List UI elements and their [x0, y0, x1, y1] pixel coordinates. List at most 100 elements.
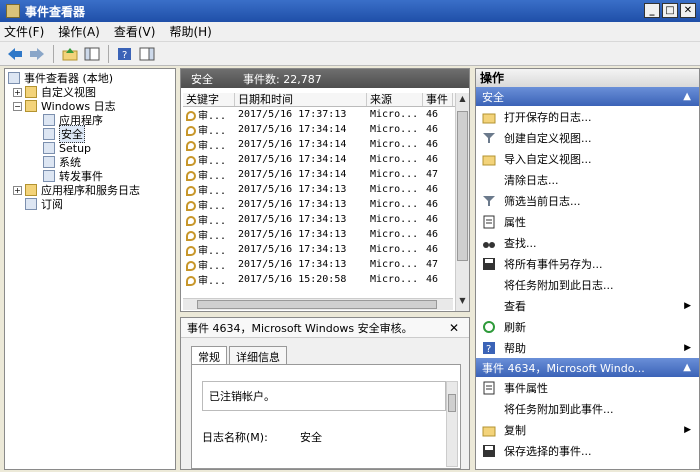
- detail-scrollbar[interactable]: [446, 381, 458, 467]
- action-item[interactable]: 创建自定义视图...: [476, 127, 699, 148]
- cell-datetime: 2017/5/16 17:34:13: [238, 214, 347, 225]
- properties-icon: [482, 381, 496, 395]
- scroll-up-icon[interactable]: ▲: [457, 94, 468, 108]
- blank-icon: [482, 402, 496, 416]
- event-list-vertical-scrollbar[interactable]: ▲ ▼: [455, 93, 469, 311]
- table-row[interactable]: 审... 2017/5/16 17:34:13 Micro... 46: [183, 197, 467, 212]
- close-detail-icon[interactable]: ✕: [449, 321, 459, 335]
- event-detail-pane: 事件 4634，Microsoft Windows 安全审核。 ✕ 常规 详细信…: [180, 317, 470, 470]
- column-source[interactable]: 来源: [367, 93, 423, 106]
- up-folder-icon[interactable]: [61, 45, 79, 63]
- action-item[interactable]: 将任务附加到此事件...: [476, 398, 699, 419]
- close-button[interactable]: ✕: [680, 3, 696, 18]
- table-row[interactable]: 审... 2017/5/16 17:34:14 Micro... 46: [183, 122, 467, 137]
- action-item[interactable]: 导入自定义视图...: [476, 148, 699, 169]
- tree-root[interactable]: 事件查看器 (本地): [5, 71, 175, 85]
- collapse-icon[interactable]: ▲: [683, 362, 691, 373]
- scrollbar-thumb[interactable]: [197, 300, 437, 309]
- show-hide-tree-icon[interactable]: [83, 45, 101, 63]
- scroll-down-icon[interactable]: ▼: [457, 296, 468, 310]
- scrollbar-thumb[interactable]: [457, 111, 468, 261]
- column-event[interactable]: 事件: [423, 93, 453, 106]
- help-icon[interactable]: ?: [116, 45, 134, 63]
- forward-icon[interactable]: [28, 45, 46, 63]
- show-hide-action-pane-icon[interactable]: [138, 45, 156, 63]
- cell-event-id: 46: [426, 184, 439, 195]
- save-icon: [482, 257, 496, 271]
- expand-icon[interactable]: +: [13, 87, 22, 97]
- tree-log-system[interactable]: 系统: [5, 155, 175, 169]
- table-row[interactable]: 审... 2017/5/16 17:34:13 Micro... 47: [183, 257, 467, 272]
- expand-icon[interactable]: +: [13, 185, 22, 195]
- action-item[interactable]: 事件属性: [476, 377, 699, 398]
- cell-keyword-text: 审...: [198, 231, 227, 242]
- collapse-icon[interactable]: ▲: [683, 91, 691, 102]
- table-row[interactable]: 审... 2017/5/16 15:20:58 Micro... 46: [183, 272, 467, 287]
- cell-event-id: 47: [426, 169, 439, 180]
- cell-source: Micro...: [370, 274, 419, 285]
- section-security[interactable]: 安全 ▲: [476, 87, 699, 106]
- action-item[interactable]: 刷新: [476, 316, 699, 337]
- tree-windows-logs[interactable]: − Windows 日志: [5, 99, 175, 113]
- action-item[interactable]: 复制 ▶: [476, 419, 699, 440]
- minimize-button[interactable]: _: [644, 3, 660, 18]
- audit-key-icon: [186, 231, 196, 241]
- cell-datetime: 2017/5/16 17:34:13: [238, 259, 347, 270]
- column-keyword[interactable]: 关键字: [183, 93, 235, 106]
- column-datetime[interactable]: 日期和时间: [235, 93, 367, 106]
- table-row[interactable]: 审... 2017/5/16 17:34:13 Micro... 46: [183, 227, 467, 242]
- table-row[interactable]: 审... 2017/5/16 17:34:13 Micro... 46: [183, 212, 467, 227]
- action-item[interactable]: 查看 ▶: [476, 295, 699, 316]
- back-icon[interactable]: [6, 45, 24, 63]
- window-title: 事件查看器: [25, 4, 86, 19]
- svg-text:?: ?: [486, 344, 491, 355]
- table-row[interactable]: 审... 2017/5/16 17:34:14 Micro... 46: [183, 152, 467, 167]
- action-label: 筛选当前日志...: [504, 194, 581, 208]
- table-row[interactable]: 审... 2017/5/16 17:37:13 Micro... 46: [183, 107, 467, 122]
- general-tab-body: 已注销帐户。 日志名称(M): 安全: [191, 364, 461, 469]
- cell-source: Micro...: [370, 259, 419, 270]
- collapse-icon[interactable]: −: [13, 101, 22, 111]
- action-item[interactable]: 保存选择的事件...: [476, 440, 699, 461]
- menu-help[interactable]: 帮助(H): [169, 23, 211, 40]
- event-grid[interactable]: 关键字 日期和时间 来源 事件 审... 2017/5/16 17:37:13 Mi…: [183, 93, 467, 311]
- tree-apps-services[interactable]: + 应用程序和服务日志: [5, 183, 175, 197]
- action-item[interactable]: 清除日志...: [476, 169, 699, 190]
- action-item[interactable]: 筛选当前日志...: [476, 190, 699, 211]
- cell-event-id: 46: [426, 139, 439, 150]
- tree-custom-views[interactable]: + 自定义视图: [5, 85, 175, 99]
- table-row[interactable]: 审... 2017/5/16 17:34:14 Micro... 47: [183, 167, 467, 182]
- table-row[interactable]: 审... 2017/5/16 17:34:13 Micro... 46: [183, 182, 467, 197]
- tree-log-application[interactable]: 应用程序: [5, 113, 175, 127]
- cell-event-id: 47: [426, 259, 439, 270]
- table-row[interactable]: 审... 2017/5/16 17:34:13 Micro... 46: [183, 242, 467, 257]
- tree-subscriptions[interactable]: 订阅: [5, 197, 175, 211]
- menu-action[interactable]: 操作(A): [58, 23, 100, 40]
- tree-log-security[interactable]: 安全: [5, 125, 175, 143]
- section-event[interactable]: 事件 4634，Microsoft Windo... ▲: [476, 358, 699, 377]
- cell-keyword-text: 审...: [198, 201, 227, 212]
- action-item[interactable]: 将任务附加到此日志...: [476, 274, 699, 295]
- blank-icon: [482, 278, 496, 292]
- cell-datetime: 2017/5/16 17:34:13: [238, 244, 347, 255]
- cell-datetime: 2017/5/16 17:34:14: [238, 139, 347, 150]
- menu-view[interactable]: 查看(V): [114, 23, 156, 40]
- cell-keyword: 审...: [183, 272, 235, 287]
- action-label: 创建自定义视图...: [504, 131, 592, 145]
- action-item[interactable]: 属性: [476, 211, 699, 232]
- action-item[interactable]: 查找...: [476, 232, 699, 253]
- table-row[interactable]: 审... 2017/5/16 17:34:14 Micro... 46: [183, 137, 467, 152]
- action-label: 属性: [504, 215, 526, 229]
- tree-log-forwarded[interactable]: 转发事件: [5, 169, 175, 183]
- maximize-button[interactable]: □: [662, 3, 678, 18]
- action-item[interactable]: ? 帮助 ▶: [476, 337, 699, 358]
- cell-source: Micro...: [370, 184, 419, 195]
- event-list-horizontal-scrollbar[interactable]: [183, 298, 453, 310]
- menu-bar: 文件(F) 操作(A) 查看(V) 帮助(H): [0, 22, 700, 42]
- tree-log-setup[interactable]: Setup: [5, 141, 175, 155]
- menu-file[interactable]: 文件(F): [4, 23, 44, 40]
- action-item[interactable]: 将所有事件另存为...: [476, 253, 699, 274]
- scrollbar-thumb[interactable]: [448, 394, 456, 412]
- action-label: 帮助: [504, 341, 526, 355]
- action-item[interactable]: 打开保存的日志...: [476, 106, 699, 127]
